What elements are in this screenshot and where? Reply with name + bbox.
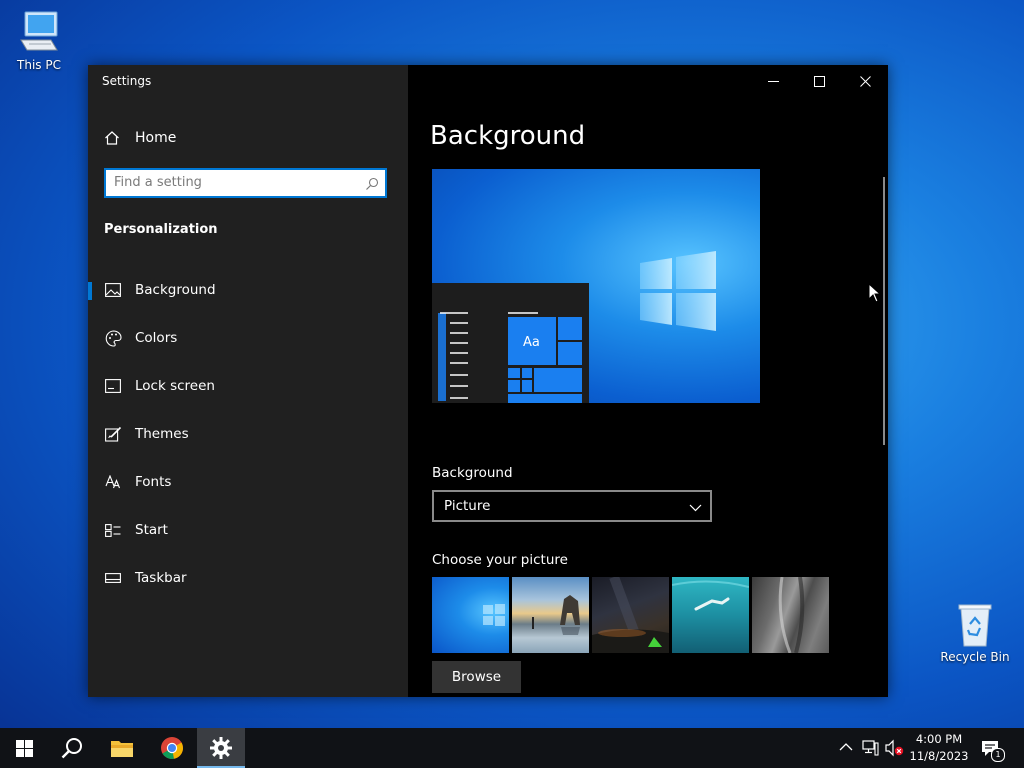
search-box[interactable] bbox=[104, 168, 387, 198]
search-icon bbox=[61, 738, 82, 759]
content-scrollbar[interactable] bbox=[883, 177, 885, 445]
tent-shape bbox=[592, 577, 669, 653]
volume-muted-icon[interactable] bbox=[884, 739, 904, 757]
system-clock[interactable]: 4:00 PM 11/8/2023 bbox=[903, 731, 975, 765]
dropdown-value: Picture bbox=[444, 498, 491, 514]
clock-date: 11/8/2023 bbox=[909, 749, 969, 763]
chrome-button[interactable] bbox=[148, 728, 196, 768]
section-title: Personalization bbox=[104, 222, 218, 237]
thumbnail-rock-cliff[interactable] bbox=[752, 577, 829, 653]
sidebar-item-taskbar[interactable]: Taskbar bbox=[88, 558, 408, 598]
thumbnail-underwater-swimmer[interactable] bbox=[672, 577, 749, 653]
windows-start-icon bbox=[15, 739, 33, 757]
sidebar-item-fonts[interactable]: Fonts bbox=[88, 462, 408, 502]
file-explorer-button[interactable] bbox=[98, 728, 146, 768]
home-nav-item[interactable]: Home bbox=[104, 128, 176, 148]
sidebar-item-label: Taskbar bbox=[135, 570, 187, 586]
swimmer-shape bbox=[672, 580, 749, 611]
choose-picture-label: Choose your picture bbox=[432, 552, 568, 568]
home-label: Home bbox=[135, 130, 177, 146]
picture-icon bbox=[104, 281, 122, 299]
sidebar-item-label: Colors bbox=[135, 330, 178, 346]
chevron-up-icon[interactable] bbox=[839, 742, 853, 751]
settings-taskbar-button[interactable] bbox=[197, 728, 245, 768]
preview-tile-text: Aa bbox=[523, 335, 540, 350]
thumbnail-night-sky-tent[interactable] bbox=[592, 577, 669, 653]
network-icon[interactable] bbox=[862, 739, 880, 757]
recycle-bin-label: Recycle Bin bbox=[940, 650, 1010, 664]
page-title: Background bbox=[430, 121, 586, 151]
sidebar-item-start[interactable]: Start bbox=[88, 510, 408, 550]
thumbnail-windows-light[interactable] bbox=[432, 577, 509, 653]
windows-logo-icon bbox=[483, 604, 505, 626]
rock-arch-shape bbox=[532, 595, 580, 635]
sidebar-item-colors[interactable]: Colors bbox=[88, 318, 408, 358]
settings-sidebar: Settings Home Personalization Background bbox=[88, 65, 408, 697]
sidebar-item-label: Fonts bbox=[135, 474, 172, 490]
window-title: Settings bbox=[102, 74, 152, 88]
active-indicator bbox=[88, 282, 92, 300]
computer-icon bbox=[20, 11, 58, 51]
sidebar-item-background[interactable]: Background bbox=[88, 270, 408, 310]
thumbnail-coast-rock-arch[interactable] bbox=[512, 577, 589, 653]
themes-icon bbox=[104, 425, 122, 443]
sidebar-item-label: Lock screen bbox=[135, 378, 215, 394]
lock-screen-icon bbox=[104, 377, 122, 395]
recycle-bin-icon bbox=[958, 604, 992, 647]
picture-thumbnails bbox=[432, 577, 829, 653]
recycle-bin-desktop-icon[interactable]: Recycle Bin bbox=[935, 602, 1015, 664]
settings-icon bbox=[210, 737, 232, 759]
file-explorer-icon bbox=[111, 741, 133, 757]
start-button[interactable] bbox=[0, 728, 48, 768]
this-pc-desktop-icon[interactable]: This PC bbox=[0, 10, 79, 72]
taskbar: 4:00 PM 11/8/2023 1 bbox=[0, 728, 1024, 768]
sidebar-item-lock-screen[interactable]: Lock screen bbox=[88, 366, 408, 406]
sidebar-item-themes[interactable]: Themes bbox=[88, 414, 408, 454]
taskbar-search-button[interactable] bbox=[48, 728, 96, 768]
sidebar-item-label: Start bbox=[135, 522, 168, 538]
cliff-shape bbox=[778, 577, 805, 653]
background-type-label: Background bbox=[432, 465, 513, 481]
search-input[interactable] bbox=[114, 175, 354, 190]
action-center-button[interactable]: 1 bbox=[980, 738, 1005, 762]
background-type-dropdown[interactable]: Picture bbox=[432, 490, 712, 522]
home-icon bbox=[104, 130, 124, 146]
preview-start-menu: Aa bbox=[432, 283, 589, 403]
this-pc-label: This PC bbox=[17, 58, 61, 72]
windows-logo-icon bbox=[640, 251, 716, 331]
settings-content: Background Aa Background Picture Choose … bbox=[408, 65, 888, 697]
fonts-icon bbox=[104, 473, 122, 491]
preview-start-layout bbox=[438, 312, 582, 403]
notification-count-badge: 1 bbox=[991, 748, 1005, 762]
mouse-cursor-icon bbox=[868, 283, 882, 303]
browse-button[interactable]: Browse bbox=[432, 661, 521, 693]
background-preview: Aa bbox=[432, 169, 760, 403]
palette-icon bbox=[104, 329, 122, 347]
sidebar-item-label: Themes bbox=[135, 426, 189, 442]
taskbar-icon bbox=[104, 569, 122, 587]
settings-window: Settings Home Personalization Background bbox=[88, 65, 888, 697]
start-icon bbox=[104, 521, 122, 539]
search-icon[interactable] bbox=[365, 176, 379, 195]
sidebar-item-label: Background bbox=[135, 282, 216, 298]
chrome-icon bbox=[161, 737, 183, 759]
chevron-down-icon bbox=[689, 500, 702, 516]
clock-time: 4:00 PM bbox=[915, 732, 963, 746]
